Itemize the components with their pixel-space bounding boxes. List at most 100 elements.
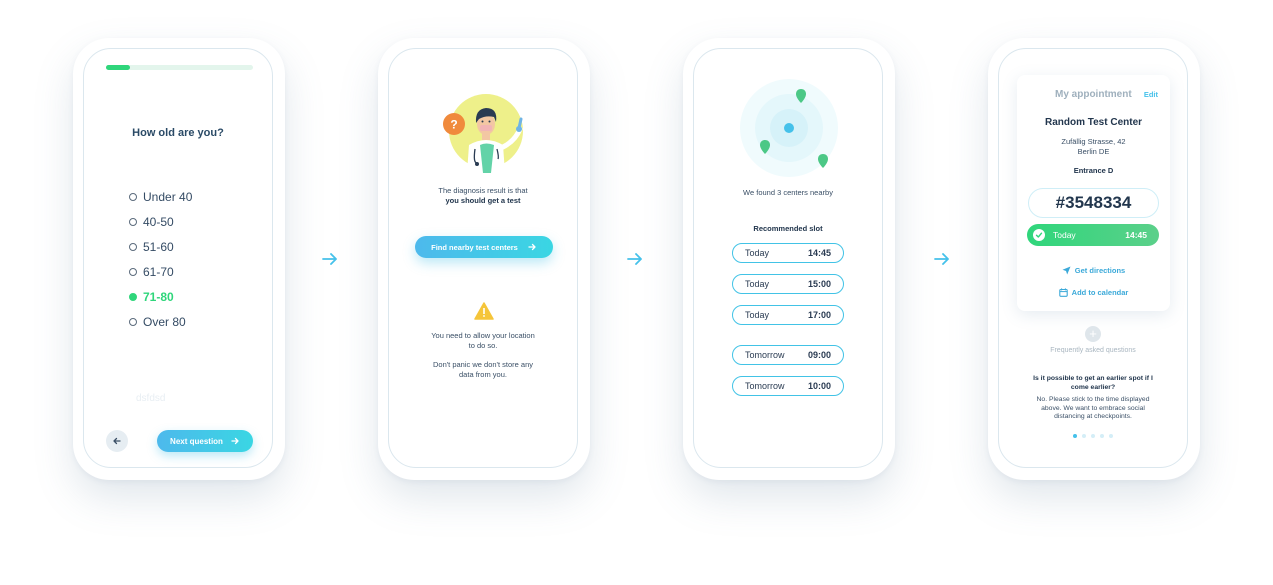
- privacy-note: Don't panic we don't store any data from…: [389, 360, 577, 380]
- slot-day: Today: [745, 310, 770, 320]
- faq-label: Frequently asked questions: [1050, 347, 1136, 354]
- appointment-code: #3548334: [1028, 188, 1159, 218]
- check-icon: [1033, 229, 1045, 241]
- slot-today-1700[interactable]: Today 17:00: [732, 305, 844, 325]
- slot-today-1500[interactable]: Today 15:00: [732, 274, 844, 294]
- option-40-50[interactable]: 40-50: [129, 215, 174, 229]
- faq-answer: No. Please stick to the time displayed a…: [999, 396, 1187, 422]
- back-button[interactable]: [106, 430, 128, 452]
- option-label: 40-50: [143, 215, 174, 229]
- radio-icon: [129, 193, 137, 201]
- option-51-60[interactable]: 51-60: [129, 240, 174, 254]
- find-test-centers-label: Find nearby test centers: [431, 242, 518, 252]
- slot-day: Today: [745, 248, 770, 258]
- card-title: My appointment: [1055, 89, 1132, 100]
- radio-icon: [129, 268, 137, 276]
- get-directions-link[interactable]: Get directions: [1017, 266, 1170, 275]
- faq-question: Is it possible to get an earlier spot if…: [999, 375, 1187, 392]
- diagnosis-text: The diagnosis result is that: [438, 186, 528, 195]
- option-under-40[interactable]: Under 40: [129, 190, 192, 204]
- option-label: 51-60: [143, 240, 174, 254]
- location-note-line: You need to allow your location: [431, 331, 535, 340]
- slot-time: 10:00: [807, 381, 831, 391]
- slot-today-1445[interactable]: Today 14:45: [732, 243, 844, 263]
- slot-day: Today: [745, 279, 770, 289]
- progress-fill: [106, 65, 130, 70]
- pagination-dot[interactable]: [1091, 434, 1095, 438]
- radio-selected-icon: [129, 293, 137, 301]
- location-note: You need to allow your location to do so…: [389, 331, 577, 351]
- slot-day: Tomorrow: [745, 350, 785, 360]
- screen-age-question: How old are you? Under 40 40-50 51-60 61…: [83, 48, 273, 468]
- option-label: 71-80: [143, 290, 174, 304]
- option-61-70[interactable]: 61-70: [129, 265, 174, 279]
- privacy-note-line: data from you.: [459, 370, 507, 379]
- slot-time: 09:00: [807, 350, 831, 360]
- privacy-note-line: Don't panic we don't store any: [432, 360, 533, 369]
- phone-appointment: My appointment Edit Random Test Center Z…: [988, 38, 1200, 480]
- faq-answer-line: distancing at checkpoints.: [1054, 413, 1132, 420]
- arrow-right-icon: [231, 437, 239, 445]
- appointment-card: My appointment Edit Random Test Center Z…: [1017, 75, 1170, 311]
- screen-diagnosis: ? The diagnosis result is that you shoul…: [388, 48, 578, 468]
- flow-arrow-icon: [322, 253, 337, 265]
- question-title: How old are you?: [132, 127, 224, 139]
- flow-arrow-icon: [627, 253, 642, 265]
- add-to-calendar-link[interactable]: Add to calendar: [1017, 288, 1170, 297]
- svg-text:?: ?: [450, 118, 457, 132]
- option-71-80[interactable]: 71-80: [129, 290, 174, 304]
- pagination-dots[interactable]: [999, 434, 1187, 438]
- radar-map-icon[interactable]: [739, 78, 839, 178]
- plus-icon[interactable]: +: [1085, 326, 1101, 342]
- location-note-line: to do so.: [468, 341, 498, 350]
- progress-bar: [106, 65, 253, 70]
- doctor-illustration: ?: [443, 94, 523, 173]
- pagination-dot[interactable]: [1082, 434, 1086, 438]
- option-label: 61-70: [143, 265, 174, 279]
- calendar-icon: [1058, 288, 1068, 297]
- pagination-dot[interactable]: [1109, 434, 1113, 438]
- phone-age-question: How old are you? Under 40 40-50 51-60 61…: [73, 38, 285, 480]
- flow-arrow-icon: [934, 253, 949, 265]
- faq-question-line: Is it possible to get an earlier spot if…: [1033, 375, 1153, 382]
- faq-question-line: come earlier?: [1070, 383, 1116, 391]
- recommended-slot-title: Recommended slot: [753, 224, 823, 233]
- next-question-button[interactable]: Next question: [157, 430, 253, 452]
- booked-slot-time: 14:45: [1125, 230, 1147, 240]
- pagination-dot[interactable]: [1073, 434, 1077, 438]
- center-name: Random Test Center: [1044, 117, 1143, 128]
- slot-day: Tomorrow: [745, 381, 785, 391]
- booked-slot: Today 14:45: [1027, 224, 1159, 246]
- edit-link[interactable]: Edit: [1144, 90, 1158, 99]
- phone-diagnosis: ? The diagnosis result is that you shoul…: [378, 38, 590, 480]
- faq-answer-line: above. We want to embrace social: [1041, 404, 1145, 412]
- option-label: Over 80: [143, 315, 186, 329]
- slot-time: 14:45: [807, 248, 831, 258]
- screen-nearby-centers: We found 3 centers nearby Recommended sl…: [693, 48, 883, 468]
- option-over-80[interactable]: Over 80: [129, 315, 186, 329]
- arrow-right-icon: [528, 243, 536, 251]
- warning-icon: [474, 302, 494, 320]
- find-test-centers-button[interactable]: Find nearby test centers: [415, 236, 553, 258]
- next-question-label: Next question: [170, 436, 223, 446]
- address-line: Berlin DE: [1077, 147, 1110, 156]
- radio-icon: [129, 243, 137, 251]
- phone-nearby-centers: We found 3 centers nearby Recommended sl…: [683, 38, 895, 480]
- address-line: Zufällig Strasse, 42: [1061, 137, 1126, 146]
- booked-slot-day: Today: [1053, 230, 1076, 240]
- entrance-label: Entrance D: [1073, 166, 1114, 175]
- ghost-text: dsfdsd: [136, 393, 166, 404]
- slot-time: 15:00: [807, 279, 831, 289]
- arrow-left-icon: [113, 437, 121, 445]
- slot-tomorrow-1000[interactable]: Tomorrow 10:00: [732, 376, 844, 396]
- slot-tomorrow-0900[interactable]: Tomorrow 09:00: [732, 345, 844, 365]
- pagination-dot[interactable]: [1100, 434, 1104, 438]
- screen-appointment: My appointment Edit Random Test Center Z…: [998, 48, 1188, 468]
- diagnosis-result: you should get a test: [445, 196, 521, 205]
- option-label: Under 40: [143, 190, 193, 204]
- faq-answer-line: No. Please stick to the time displayed: [1036, 396, 1150, 403]
- radio-icon: [129, 218, 137, 226]
- get-directions-label: Get directions: [1074, 266, 1126, 275]
- found-centers-text: We found 3 centers nearby: [743, 188, 833, 197]
- slot-time: 17:00: [807, 310, 831, 320]
